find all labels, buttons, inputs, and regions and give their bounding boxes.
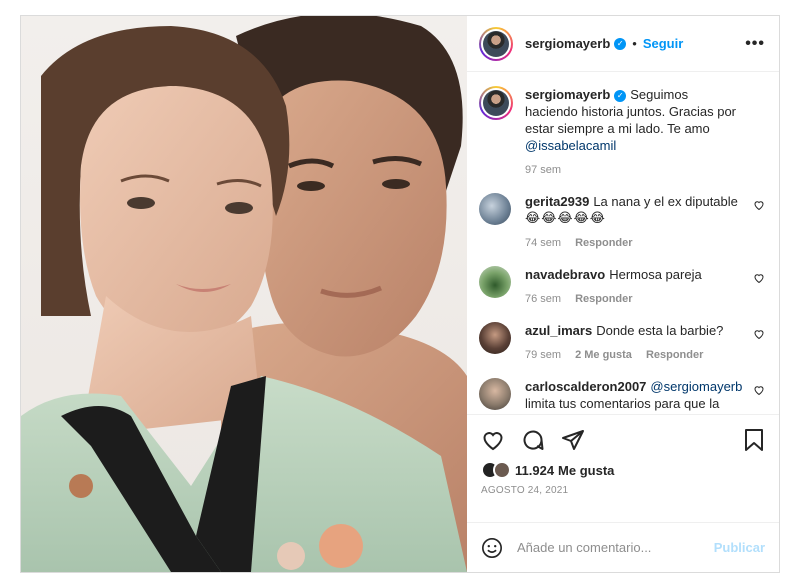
comment-time[interactable]: 79 sem [525,349,561,361]
likers-avatars [481,461,511,479]
comment-username[interactable]: carloscalderon2007 [525,379,646,394]
comment-body: azul_imars Donde esta la barbie? 79 sem 2 … [525,322,765,364]
save-bookmark-icon[interactable] [743,428,765,452]
comment-text: Hermosa pareja [609,267,702,282]
caption-time[interactable]: 97 sem [525,164,561,176]
emoji-smile-icon[interactable] [481,537,503,559]
couple-photo-illustration [21,16,467,572]
comment-username[interactable]: navadebravo [525,267,605,282]
post-header: sergiomayerb ✓ • Seguir ••• [467,16,779,72]
comment-time[interactable]: 76 sem [525,293,561,305]
comment-text: La nana y el ex diputable [593,194,738,209]
author-avatar[interactable] [479,26,513,61]
comment-time[interactable]: 74 sem [525,237,561,249]
more-options-icon[interactable]: ••• [745,35,765,53]
caption: sergiomayerb ✓ Seguimos haciendo historia … [479,86,765,179]
comment-item: azul_imars Donde esta la barbie? 79 sem 2 … [479,322,765,364]
follow-button[interactable]: Seguir [643,36,683,51]
like-heart-icon[interactable] [481,428,505,452]
add-comment-bar: Publicar [467,522,779,572]
comment-likes-count[interactable]: 2 Me gusta [575,349,632,361]
commenter-avatar[interactable] [479,378,511,410]
post-date[interactable]: AGOSTO 24, 2021 [481,485,765,496]
comment-body: carloscalderon2007 @sergiomayerb limita t… [525,378,765,412]
comment-emoji: 😂😂😂😂😂 [525,211,606,226]
share-paper-plane-icon[interactable] [561,428,585,452]
post-card: sergiomayerb ✓ • Seguir ••• sergiomayerb… [20,15,780,573]
comment-mention[interactable]: @sergiomayerb [650,379,742,394]
comment-body: navadebravo Hermosa pareja 76 sem Responde… [525,266,765,308]
reply-button[interactable]: Responder [646,349,703,361]
add-comment-input[interactable] [517,540,714,555]
comment-item: gerita2939 La nana y el ex diputable 😂😂😂😂… [479,193,765,252]
caption-username[interactable]: sergiomayerb [525,87,610,102]
caption-mention[interactable]: @issabelacamil [525,138,616,153]
likes-count[interactable]: 11.924 [515,463,554,478]
commenter-avatar[interactable] [479,322,511,354]
caption-avatar[interactable] [479,86,513,120]
post-side-panel: sergiomayerb ✓ • Seguir ••• sergiomayerb… [467,16,779,572]
post-actions: 11.924 Me gusta AGOSTO 24, 2021 [467,414,779,522]
reply-button[interactable]: Responder [575,293,632,305]
comments-list[interactable]: sergiomayerb ✓ Seguimos haciendo historia … [467,72,779,414]
likes-label[interactable]: Me gusta [558,463,614,478]
like-comment-heart-icon[interactable] [753,328,765,340]
likes-row[interactable]: 11.924 Me gusta [481,461,765,479]
caption-body: sergiomayerb ✓ Seguimos haciendo historia … [525,86,765,179]
comment-text: Donde esta la barbie? [596,323,724,338]
comment-username[interactable]: gerita2939 [525,194,589,209]
comment-item: carloscalderon2007 @sergiomayerb limita t… [479,378,765,412]
comment-text: limita tus comentarios para que la [525,396,720,411]
post-photo[interactable] [21,16,467,572]
verified-badge-icon: ✓ [614,37,627,50]
like-comment-heart-icon[interactable] [753,199,765,211]
comment-body: gerita2939 La nana y el ex diputable 😂😂😂😂… [525,193,765,252]
author-username[interactable]: sergiomayerb [525,36,610,51]
reply-button[interactable]: Responder [575,237,632,249]
publish-button[interactable]: Publicar [714,540,765,555]
like-comment-heart-icon[interactable] [753,272,765,284]
comment-item: navadebravo Hermosa pareja 76 sem Responde… [479,266,765,308]
like-comment-heart-icon[interactable] [753,384,765,396]
separator-dot: • [632,36,637,51]
action-icons [481,425,765,455]
comment-username[interactable]: azul_imars [525,323,592,338]
commenter-avatar[interactable] [479,193,511,225]
comment-bubble-icon[interactable] [521,428,545,452]
commenter-avatar[interactable] [479,266,511,298]
caption-verified-icon: ✓ [614,89,627,102]
